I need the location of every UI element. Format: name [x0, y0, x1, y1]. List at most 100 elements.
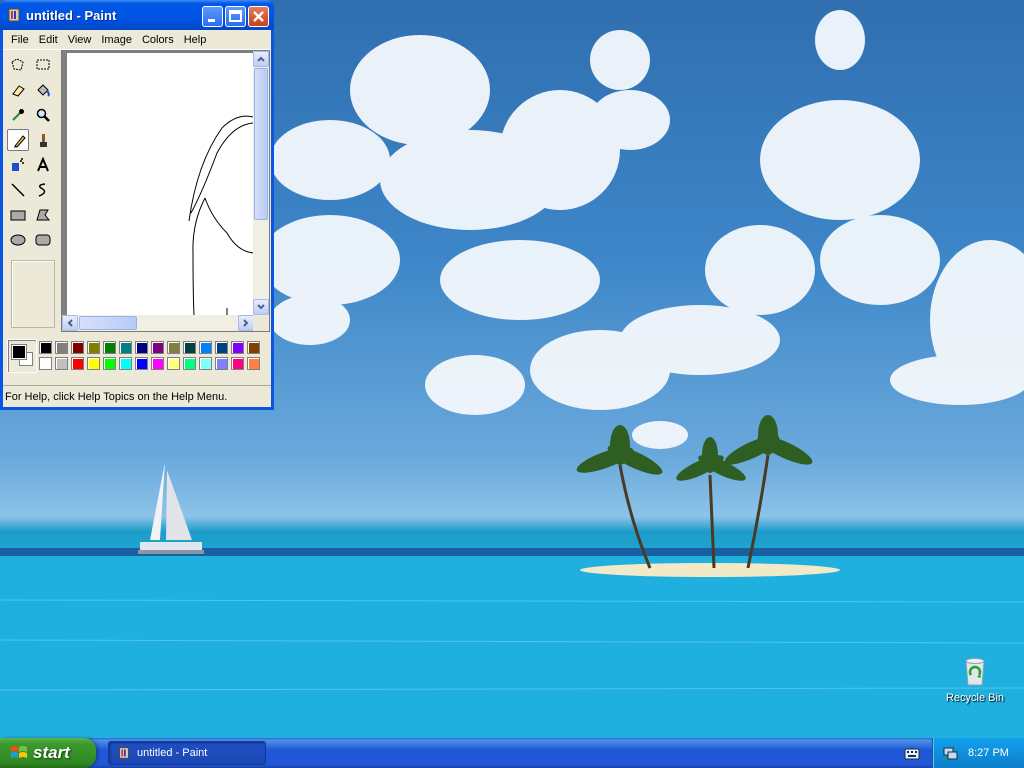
pencil-tool[interactable] — [7, 129, 29, 151]
recycle-bin-label: Recycle Bin — [945, 692, 1005, 704]
palette-swatch[interactable] — [55, 341, 68, 354]
ellipse-tool[interactable] — [7, 229, 29, 251]
palette-swatch[interactable] — [151, 357, 164, 370]
network-icon[interactable] — [942, 745, 958, 761]
clock: 8:27 PM — [968, 747, 1009, 759]
menu-view[interactable]: View — [63, 34, 97, 46]
airbrush-tool[interactable] — [7, 154, 29, 176]
chevron-up-icon — [257, 56, 265, 62]
palette-swatch[interactable] — [231, 341, 244, 354]
scroll-right-button[interactable] — [238, 315, 254, 331]
tool-options-box[interactable] — [11, 260, 55, 328]
window-title: untitled - Paint — [26, 8, 117, 23]
palette-swatch[interactable] — [199, 341, 212, 354]
canvas-area — [61, 50, 270, 332]
recycle-bin[interactable]: Recycle Bin — [940, 655, 1010, 704]
scroll-left-button[interactable] — [62, 315, 78, 331]
line-tool[interactable] — [7, 179, 29, 201]
recycle-bin-icon — [965, 658, 985, 686]
maximize-button[interactable] — [225, 6, 246, 27]
palette-swatch[interactable] — [135, 341, 148, 354]
rounded-rect-tool[interactable] — [32, 229, 54, 251]
palette-swatch[interactable] — [215, 357, 228, 370]
system-tray: 8:27 PM — [932, 738, 1024, 768]
eyedropper-icon — [12, 109, 24, 121]
title-bar[interactable]: untitled - Paint — [0, 0, 274, 30]
close-icon — [253, 11, 264, 22]
text-tool-icon — [37, 157, 49, 172]
foreground-color-swatch — [11, 344, 27, 360]
palette-swatch[interactable] — [103, 357, 116, 370]
vertical-scroll-thumb[interactable] — [254, 68, 268, 220]
palette-swatch[interactable] — [151, 341, 164, 354]
pencil-icon — [14, 135, 26, 148]
palette-swatch[interactable] — [87, 341, 100, 354]
current-colors[interactable] — [7, 339, 37, 373]
palette-swatch[interactable] — [135, 357, 148, 370]
palette-swatch[interactable] — [39, 357, 52, 370]
close-button[interactable] — [248, 6, 269, 27]
text-tool[interactable] — [32, 154, 54, 176]
palette-swatch[interactable] — [71, 357, 84, 370]
brush-tool[interactable] — [32, 129, 54, 151]
canvas-drawing — [188, 115, 254, 316]
paint-app-icon — [119, 747, 129, 759]
paint-window[interactable]: untitled - Paint File Edit View Image Co… — [0, 0, 274, 410]
drawing-canvas[interactable] — [67, 53, 254, 316]
palette-swatch[interactable] — [103, 341, 116, 354]
palette-swatch[interactable] — [247, 357, 260, 370]
horizontal-scroll-thumb[interactable] — [79, 316, 137, 330]
palette-swatch[interactable] — [183, 341, 196, 354]
menu-edit[interactable]: Edit — [34, 34, 63, 46]
menu-colors[interactable]: Colors — [137, 34, 179, 46]
color-picker-tool[interactable] — [7, 104, 29, 126]
taskbar: start untitled - Paint 8:27 PM — [0, 738, 1024, 768]
chevron-right-icon — [243, 319, 249, 327]
palette-swatch[interactable] — [55, 357, 68, 370]
polygon-tool[interactable] — [32, 204, 54, 226]
start-button[interactable]: start — [0, 738, 96, 768]
palette-swatch[interactable] — [167, 357, 180, 370]
menu-image[interactable]: Image — [96, 34, 137, 46]
scroll-down-button[interactable] — [253, 299, 269, 315]
palette-swatch[interactable] — [231, 357, 244, 370]
rounded-rectangle-icon — [35, 234, 51, 246]
vertical-scrollbar[interactable] — [253, 51, 269, 315]
palette-swatch[interactable] — [119, 341, 132, 354]
menu-file[interactable]: File — [6, 34, 34, 46]
minimize-icon — [208, 19, 215, 22]
start-label: start — [33, 743, 70, 762]
minimize-button[interactable] — [202, 6, 223, 27]
free-select-tool[interactable] — [7, 54, 29, 76]
windows-logo-icon — [11, 746, 27, 758]
magnifier-icon — [36, 108, 50, 122]
magnifier-tool[interactable] — [32, 104, 54, 126]
menu-help[interactable]: Help — [179, 34, 212, 46]
palette-swatch[interactable] — [167, 341, 180, 354]
curve-icon — [38, 183, 46, 197]
palette-swatch[interactable] — [39, 341, 52, 354]
status-text: For Help, click Help Topics on the Help … — [5, 391, 228, 403]
rect-select-tool[interactable] — [32, 54, 54, 76]
horizontal-scrollbar[interactable] — [62, 315, 254, 331]
keyboard-icon[interactable] — [904, 746, 920, 760]
paint-bucket-icon — [37, 84, 50, 97]
palette-swatch[interactable] — [87, 357, 100, 370]
palette-swatch[interactable] — [119, 357, 132, 370]
palette-swatch[interactable] — [215, 341, 228, 354]
palette-swatch[interactable] — [71, 341, 84, 354]
palette-swatch[interactable] — [199, 357, 212, 370]
line-icon — [11, 183, 25, 197]
taskbar-button-paint[interactable]: untitled - Paint — [108, 741, 266, 765]
eraser-tool[interactable] — [7, 79, 29, 101]
chevron-down-icon — [257, 304, 265, 310]
rectangle-tool[interactable] — [7, 204, 29, 226]
curve-tool[interactable] — [32, 179, 54, 201]
scroll-up-button[interactable] — [253, 51, 269, 67]
fill-tool[interactable] — [32, 79, 54, 101]
palette-swatch[interactable] — [247, 341, 260, 354]
color-palette — [7, 339, 267, 375]
rect-select-icon — [36, 59, 50, 70]
window-client-area: File Edit View Image Colors Help For Hel… — [3, 30, 271, 407]
palette-swatch[interactable] — [183, 357, 196, 370]
